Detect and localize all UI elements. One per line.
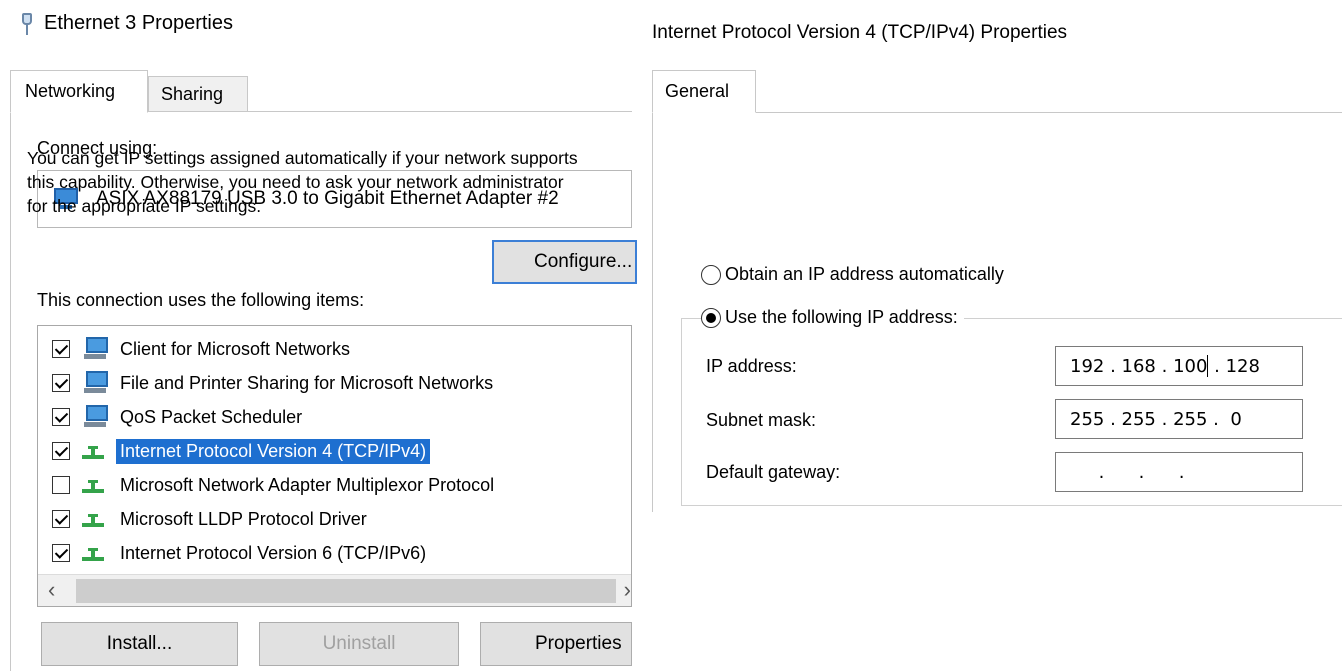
subnet-octet[interactable]: 0 [1230,409,1241,430]
computer-icon [80,371,110,395]
computer-icon [80,337,110,361]
list-item-label: Internet Protocol Version 4 (TCP/IPv4) [116,438,431,464]
checkbox[interactable] [52,476,70,494]
dialog-title: Ethernet 3 Properties [20,12,233,35]
radio-label: Obtain an IP address automatically [725,264,1004,284]
scrollbar-thumb[interactable] [76,579,616,603]
items-label: This connection uses the following items… [37,290,365,310]
horizontal-scrollbar[interactable]: ‹ › [38,574,631,606]
ip-octet[interactable]: 128 [1226,356,1260,377]
install-button[interactable]: Install... [41,622,238,666]
list-item-selected[interactable]: Internet Protocol Version 4 (TCP/IPv4) [52,436,431,466]
tab-sharing[interactable]: Sharing [148,76,248,112]
dialog-title-text: Ethernet 3 Properties [44,12,233,34]
default-gateway-label: Default gateway: [706,462,841,482]
subnet-octet[interactable]: 255 [1173,409,1207,430]
ip-address-label: IP address: [706,356,797,376]
ip-octet[interactable]: 100 [1173,356,1207,377]
computer-icon [80,405,110,429]
protocol-icon [80,439,110,463]
list-item[interactable]: QoS Packet Scheduler [52,402,306,432]
tab-general[interactable]: General [652,70,756,113]
description-line: for the appropriate IP settings. [27,196,262,216]
description-line: You can get IP settings assigned automat… [27,148,578,168]
list-item-label: Client for Microsoft Networks [120,338,351,359]
list-item-label: File and Printer Sharing for Microsoft N… [120,372,494,393]
description-text: You can get IP settings assigned automat… [27,146,690,218]
subnet-octet[interactable]: 255 [1070,409,1104,430]
radio-obtain-automatically[interactable]: Obtain an IP address automatically [701,264,1004,285]
network-adapter-icon [20,12,34,35]
list-item[interactable]: File and Printer Sharing for Microsoft N… [52,368,497,398]
ip-octet[interactable]: 168 [1122,356,1156,377]
checkbox[interactable] [52,442,70,460]
ip-octet[interactable]: 192 [1070,356,1104,377]
configure-button[interactable]: Configure... [492,240,637,284]
uninstall-button[interactable]: Uninstall [259,622,459,666]
list-item-label: Microsoft LLDP Protocol Driver [120,508,367,529]
checkbox[interactable] [52,340,70,358]
protocol-icon [80,473,110,497]
ip-address-field[interactable]: 192 . 168 . 100 . 128 [1055,346,1303,386]
scroll-right-icon[interactable]: › [624,577,631,603]
list-item[interactable]: Microsoft LLDP Protocol Driver [52,504,371,534]
checkbox[interactable] [52,374,70,392]
list-item[interactable]: Internet Protocol Version 6 (TCP/IPv6) [52,538,430,568]
components-list[interactable]: Client for Microsoft Networks File and P… [37,325,632,607]
ethernet-properties-dialog: Ethernet 3 Properties Networking Sharing… [0,0,637,671]
list-item-label: Microsoft Network Adapter Multiplexor Pr… [120,474,495,495]
properties-button[interactable]: Properties [480,622,632,666]
list-item-label: QoS Packet Scheduler [120,406,303,427]
tab-networking[interactable]: Networking [10,70,148,113]
radio-use-following-ip[interactable]: Use the following IP address: [701,307,964,328]
dialog-title: Internet Protocol Version 4 (TCP/IPv4) P… [652,22,1068,43]
radio-label: Use the following IP address: [725,307,958,327]
checkbox[interactable] [52,510,70,528]
protocol-icon [80,541,110,565]
radio-button[interactable] [701,307,721,328]
list-item[interactable]: Microsoft Network Adapter Multiplexor Pr… [52,470,498,500]
subnet-mask-label: Subnet mask: [706,410,817,430]
list-item[interactable]: Client for Microsoft Networks [52,334,354,364]
subnet-octet[interactable]: 255 [1122,409,1156,430]
default-gateway-field[interactable]: . . . [1055,452,1303,492]
list-item-label: Internet Protocol Version 6 (TCP/IPv6) [120,542,427,563]
description-line: this capability. Otherwise, you need to … [27,172,564,192]
checkbox[interactable] [52,408,70,426]
subnet-mask-field[interactable]: 255 . 255 . 255 . 0 [1055,399,1303,439]
radio-button[interactable] [701,264,721,285]
scroll-left-icon[interactable]: ‹ [48,577,55,603]
protocol-icon [80,507,110,531]
checkbox[interactable] [52,544,70,562]
